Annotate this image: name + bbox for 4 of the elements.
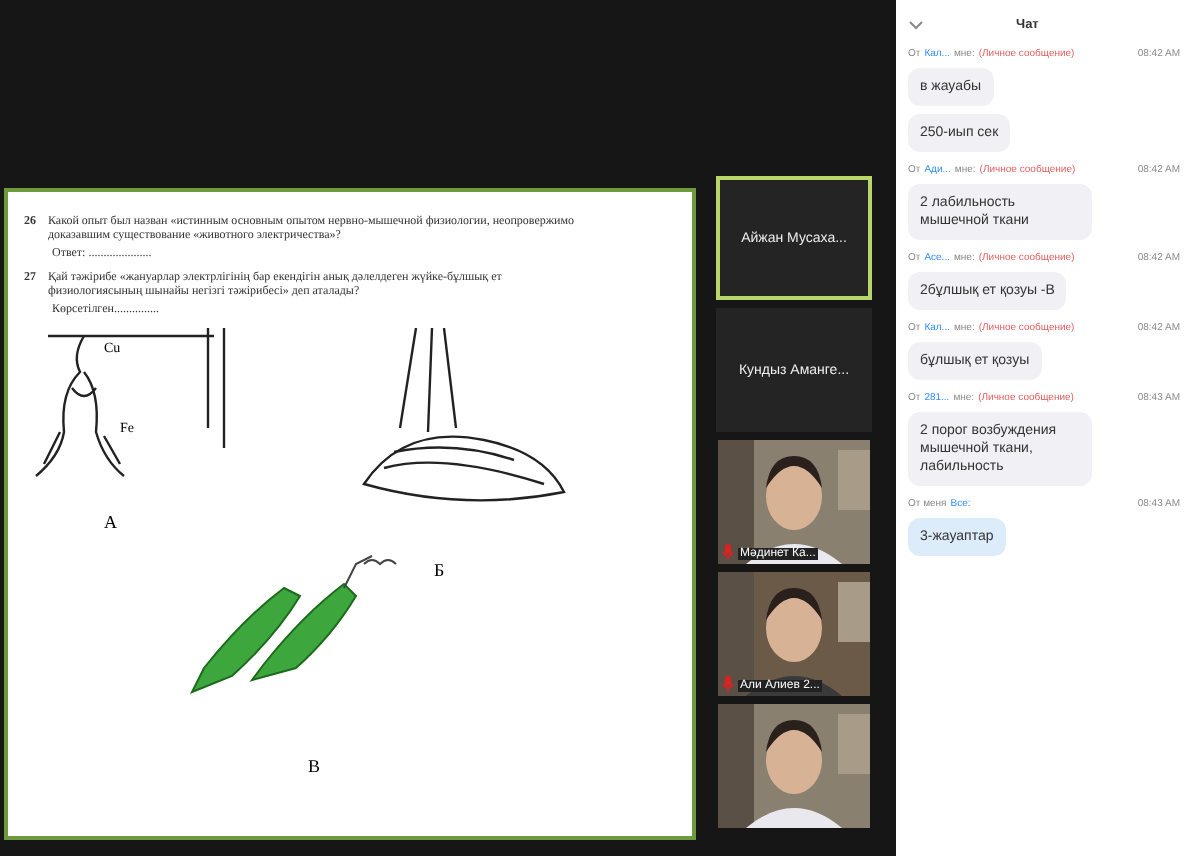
- figure-label: Б: [434, 560, 445, 580]
- figure-label: В: [308, 756, 321, 776]
- figure-label: А: [104, 512, 117, 532]
- chevron-down-icon[interactable]: [908, 19, 924, 29]
